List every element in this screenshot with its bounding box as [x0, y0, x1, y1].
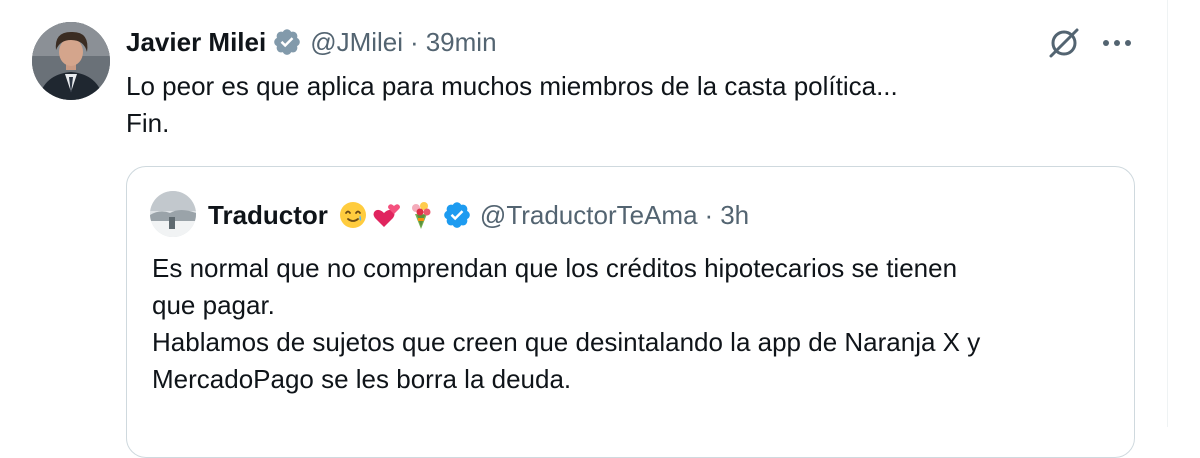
tweet-text-line: Fin. — [126, 108, 170, 138]
quote-text-line: que pagar. — [152, 290, 275, 320]
smiling-face-with-tear-icon — [338, 200, 368, 230]
grok-button[interactable] — [1046, 25, 1082, 61]
tweet-text: Lo peor es que aplica para muchos miembr… — [126, 68, 1126, 142]
timeline-divider — [1167, 0, 1168, 427]
quoted-tweet[interactable]: Traductor @TraductorTeAma · 3h Es normal… — [126, 166, 1135, 458]
quote-author-avatar[interactable] — [150, 191, 196, 237]
author-handle[interactable]: @JMilei — [310, 27, 403, 58]
author-name[interactable]: Javier Milei — [126, 27, 266, 58]
verified-badge-icon[interactable] — [272, 27, 302, 57]
quote-timestamp: 3h — [720, 199, 750, 230]
separator-dot: · — [410, 26, 419, 57]
bouquet-icon — [406, 200, 436, 230]
quote-author-handle: @TraductorTeAma — [479, 199, 698, 230]
more-horizontal-icon — [1103, 40, 1131, 46]
quote-author-name: Traductor — [208, 199, 328, 230]
author-avatar[interactable] — [32, 22, 110, 100]
two-hearts-icon — [372, 200, 402, 230]
timestamp[interactable]: 39min — [426, 27, 497, 58]
quote-text-line: Es normal que no comprendan que los créd… — [152, 253, 958, 283]
separator-dot: · — [704, 199, 714, 230]
quote-text: Es normal que no comprendan que los créd… — [152, 250, 1112, 398]
quote-text-line: Hablamos de sujetos que creen que desint… — [152, 327, 981, 357]
grok-slash-circle-icon — [1049, 28, 1079, 58]
verified-badge-icon — [442, 200, 472, 230]
more-options-button[interactable] — [1098, 28, 1136, 58]
quote-text-line: MercadoPago se les borra la deuda. — [152, 364, 572, 394]
quote-header: Traductor @TraductorTeAma · 3h — [208, 195, 749, 235]
tweet-text-line: Lo peor es que aplica para muchos miembr… — [126, 71, 898, 101]
tweet-header: Javier Milei @JMilei · 39min — [126, 22, 497, 62]
